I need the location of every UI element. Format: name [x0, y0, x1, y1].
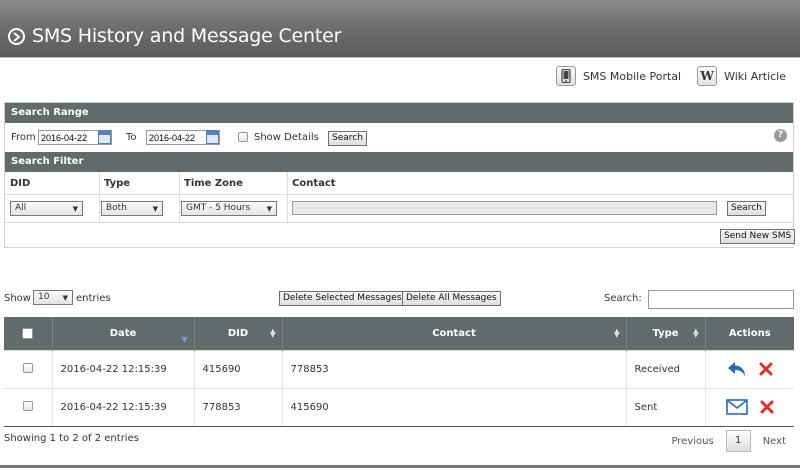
- table-search-input[interactable]: [648, 290, 794, 309]
- search-label: Search:: [604, 293, 642, 304]
- table-row: 2016-04-22 12:15:39 778853 415690 Sent: [4, 387, 794, 427]
- from-label: From: [11, 132, 36, 143]
- search-range-row: From To Show Details Search ?: [5, 123, 793, 152]
- wikipedia-icon: W: [697, 66, 718, 86]
- previous-page-link[interactable]: Previous: [671, 436, 713, 447]
- search-range-bar: Search Range: [5, 103, 793, 123]
- show-details-checkbox[interactable]: [238, 132, 248, 142]
- contact-column-label: Contact: [432, 327, 476, 339]
- actions-column-label: Actions: [728, 327, 771, 339]
- type-cell: Sent: [626, 387, 706, 427]
- delete-icon[interactable]: [759, 362, 773, 376]
- actions-column-header: Actions: [705, 317, 794, 350]
- column-divider: [99, 172, 100, 222]
- row-checkbox-cell: [4, 349, 53, 388]
- search-filter-grid: DID Type Time Zone Contact All Both GMT …: [5, 172, 796, 268]
- sort-icon: ▲ ▼: [270, 327, 276, 339]
- table-info: Showing 1 to 2 of 2 entries: [4, 433, 139, 444]
- wiki-article-link[interactable]: W Wiki Article: [697, 66, 786, 86]
- calendar-icon[interactable]: [206, 130, 219, 144]
- messages-table: Date ▼ DID ▲ ▼ Contact ▲ ▼ Type ▲ ▼ Actions 201…: [4, 317, 794, 427]
- contact-header: Contact: [287, 172, 793, 195]
- row-checkbox-cell: [4, 387, 53, 427]
- contact-cell: 778853: [282, 349, 627, 388]
- type-header: Type: [99, 172, 179, 195]
- envelope-icon[interactable]: [725, 399, 748, 415]
- timezone-select[interactable]: GMT - 5 Hours: [181, 201, 277, 216]
- actions-cell: [705, 387, 794, 427]
- timezone-header: Time Zone: [179, 172, 287, 195]
- mobile-phone-icon: [555, 66, 576, 86]
- contact-input[interactable]: [292, 201, 717, 215]
- contact-column-header[interactable]: Contact ▲ ▼: [282, 317, 627, 350]
- actions-cell: [705, 349, 794, 388]
- range-search-button[interactable]: Search: [328, 131, 367, 146]
- pagination: Previous 1 Next: [671, 430, 786, 452]
- date-column-label: Date: [109, 327, 137, 339]
- did-column-label: DID: [227, 327, 249, 339]
- search-panel: Search Range From To Show Details Search…: [4, 102, 796, 248]
- date-cell: 2016-04-22 12:15:39: [52, 349, 195, 388]
- delete-selected-button[interactable]: Delete Selected Messages: [279, 291, 406, 306]
- page-title: SMS History and Message Center: [32, 25, 342, 47]
- did-select[interactable]: All: [10, 201, 83, 216]
- wiki-article-label: Wiki Article: [724, 69, 786, 83]
- page-1-button[interactable]: 1: [725, 430, 751, 452]
- show-label: Show: [4, 293, 31, 304]
- top-links: SMS Mobile Portal W Wiki Article: [540, 64, 786, 88]
- reply-icon[interactable]: [727, 361, 747, 377]
- type-column-label: Type: [652, 327, 679, 339]
- table-controls: Show 10 entries Delete Selected Messages…: [4, 290, 794, 310]
- sms-mobile-portal-label: SMS Mobile Portal: [582, 69, 682, 83]
- table-row: 2016-04-22 12:15:39 415690 778853 Receiv…: [4, 349, 794, 388]
- row-checkbox[interactable]: [22, 400, 33, 411]
- page-size-select[interactable]: 10: [33, 290, 73, 305]
- delete-all-button[interactable]: Delete All Messages: [402, 291, 501, 306]
- contact-cell: 415690: [282, 387, 627, 427]
- row-divider: [5, 222, 793, 223]
- sms-mobile-portal-link[interactable]: SMS Mobile Portal: [555, 66, 682, 86]
- sort-desc-icon: ▼: [181, 334, 188, 344]
- date-cell: 2016-04-22 12:15:39: [52, 387, 195, 427]
- send-new-sms-button[interactable]: Send New SMS: [720, 229, 796, 244]
- circle-arrow-icon: [8, 28, 25, 45]
- next-page-link[interactable]: Next: [763, 436, 786, 447]
- did-column-header[interactable]: DID ▲ ▼: [194, 317, 283, 350]
- filter-search-button[interactable]: Search: [727, 201, 766, 216]
- did-cell: 778853: [194, 387, 283, 427]
- entries-label: entries: [76, 293, 111, 304]
- sort-icon: ▲ ▼: [614, 327, 620, 339]
- column-divider: [287, 172, 288, 222]
- select-all-checkbox[interactable]: [22, 327, 34, 339]
- type-cell: Received: [626, 349, 706, 388]
- calendar-icon[interactable]: [98, 130, 111, 144]
- date-column-header[interactable]: Date ▼: [52, 317, 195, 350]
- delete-icon[interactable]: [760, 400, 774, 414]
- sort-icon: ▲ ▼: [693, 327, 699, 339]
- did-cell: 415690: [194, 349, 283, 388]
- header-divider: [0, 57, 800, 58]
- page-header: SMS History and Message Center: [0, 0, 800, 57]
- row-checkbox[interactable]: [22, 362, 33, 373]
- show-details-label: Show Details: [254, 132, 319, 143]
- table-header-row: Date ▼ DID ▲ ▼ Contact ▲ ▼ Type ▲ ▼ Actions: [4, 317, 794, 350]
- did-header: DID: [5, 172, 99, 195]
- type-column-header[interactable]: Type ▲ ▼: [626, 317, 706, 350]
- to-label: To: [126, 132, 137, 143]
- help-icon[interactable]: ?: [774, 129, 787, 142]
- type-select[interactable]: Both: [101, 201, 163, 216]
- search-filter-bar: Search Filter: [5, 152, 793, 172]
- select-all-header: [4, 317, 53, 350]
- column-divider: [179, 172, 180, 222]
